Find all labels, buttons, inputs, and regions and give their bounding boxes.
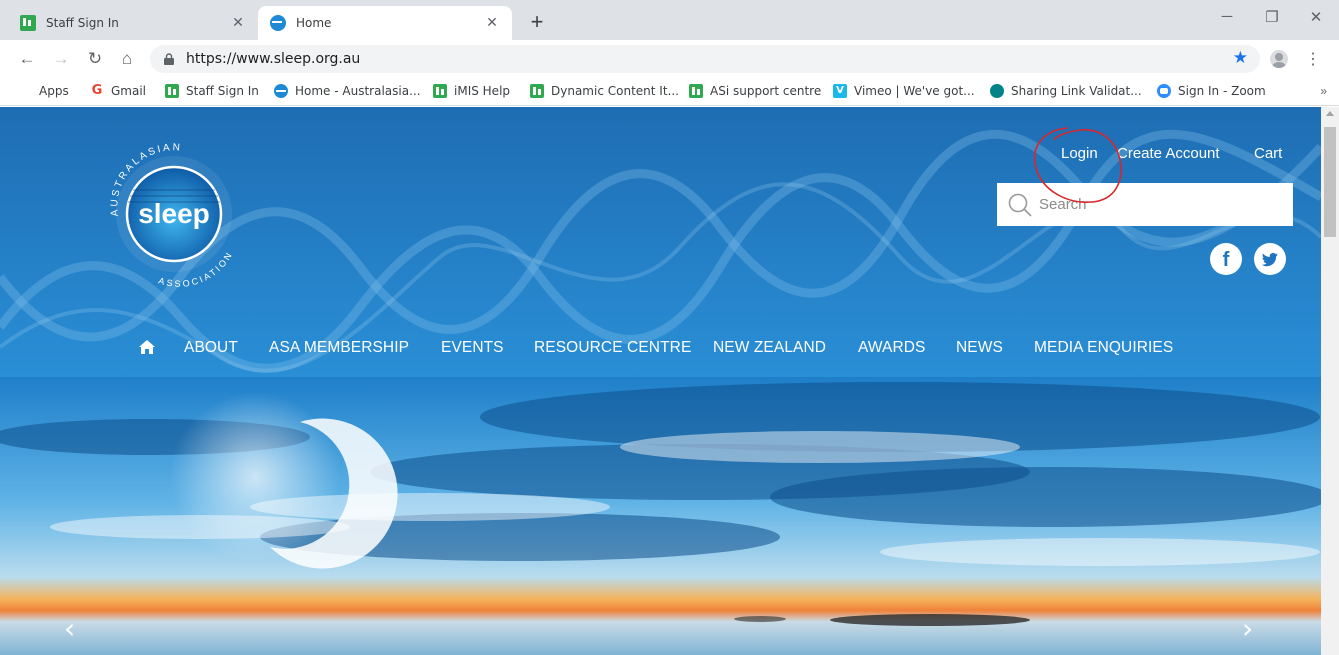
bookmark-label: Dynamic Content It...	[551, 84, 679, 98]
reload-icon[interactable]: ↻	[84, 48, 106, 70]
bookmark-label: Sharing Link Validat...	[1011, 84, 1142, 98]
sharepoint-icon	[990, 84, 1004, 98]
nav-about[interactable]: ABOUT	[184, 339, 238, 357]
globe-icon	[274, 84, 288, 98]
cart-link[interactable]: Cart	[1254, 145, 1282, 162]
bookmark-label: Apps	[39, 84, 69, 98]
home-icon[interactable]	[138, 339, 156, 355]
restore-icon[interactable]: ❐	[1257, 8, 1287, 26]
url-text: https://www.sleep.org.au	[186, 51, 361, 67]
twitter-icon[interactable]	[1254, 243, 1286, 275]
close-icon[interactable]: ✕	[484, 15, 500, 31]
bookmark-asi-support[interactable]: ASi support centre	[689, 84, 821, 98]
imis-icon	[530, 84, 544, 98]
close-icon[interactable]: ✕	[230, 15, 246, 31]
nav-awards[interactable]: AWARDS	[858, 339, 925, 357]
profile-avatar-icon[interactable]	[1270, 50, 1288, 68]
browser-menu-icon[interactable]: ⋮	[1305, 49, 1321, 69]
nav-new-zealand[interactable]: NEW ZEALAND	[713, 339, 826, 357]
site-search	[997, 183, 1293, 226]
bookmark-label: Staff Sign In	[186, 84, 259, 98]
vimeo-icon: V	[833, 84, 847, 98]
browser-tab-strip: Staff Sign In ✕ Home ✕ + ─ ❐ ✕	[0, 0, 1339, 40]
asa-logo[interactable]: sleep AUSTRALASIAN ASSOCIATION	[98, 138, 250, 290]
carousel-next-button[interactable]: ›	[1242, 612, 1253, 645]
bookmark-home-australasia[interactable]: Home - Australasia...	[274, 84, 421, 98]
bookmarks-bar: Apps G Gmail Staff Sign In Home - Austra…	[0, 78, 1339, 106]
bookmark-vimeo[interactable]: V Vimeo | We've got...	[833, 84, 975, 98]
tab-title: Home	[296, 16, 332, 30]
address-bar[interactable]: https://www.sleep.org.au ★	[150, 45, 1260, 73]
bookmark-label: Sign In - Zoom	[1178, 84, 1266, 98]
imis-icon	[689, 84, 703, 98]
scroll-up-icon[interactable]	[1326, 111, 1334, 116]
imis-icon	[433, 84, 447, 98]
bookmark-sharing-link[interactable]: Sharing Link Validat...	[990, 84, 1142, 98]
bookmark-star-icon[interactable]: ★	[1233, 48, 1248, 68]
forward-icon[interactable]: →	[50, 48, 72, 70]
back-icon[interactable]: ←	[16, 48, 38, 70]
imis-icon	[20, 15, 36, 31]
zoom-icon	[1157, 84, 1171, 98]
nav-news[interactable]: NEWS	[956, 339, 1003, 357]
login-link[interactable]: Login	[1061, 145, 1098, 162]
bookmark-label: ASi support centre	[710, 84, 822, 98]
bookmark-label: Home - Australasia...	[295, 84, 421, 98]
nav-events[interactable]: EVENTS	[441, 339, 504, 357]
search-input[interactable]	[1039, 183, 1289, 226]
bookmark-imis-help[interactable]: iMIS Help	[433, 84, 510, 98]
bookmark-label: Gmail	[111, 84, 147, 98]
search-icon[interactable]	[1007, 192, 1033, 218]
carousel-prev-button[interactable]: ‹	[64, 612, 75, 645]
hero-carousel	[0, 377, 1321, 655]
apps-grid-icon	[18, 84, 32, 98]
logo-center-text: sleep	[138, 198, 210, 229]
bookmark-label: iMIS Help	[454, 84, 511, 98]
tab-staff-sign-in[interactable]: Staff Sign In ✕	[8, 6, 258, 40]
create-account-link[interactable]: Create Account	[1117, 145, 1220, 162]
bookmark-gmail[interactable]: G Gmail	[90, 83, 147, 99]
minimize-icon[interactable]: ─	[1212, 8, 1242, 25]
svg-text:f: f	[1223, 249, 1230, 271]
bookmark-label: Vimeo | We've got...	[854, 84, 975, 98]
nav-media-enquiries[interactable]: MEDIA ENQUIRIES	[1034, 339, 1173, 357]
scrollbar-thumb[interactable]	[1324, 127, 1336, 237]
close-window-icon[interactable]: ✕	[1301, 8, 1331, 26]
site-favicon-icon	[270, 15, 286, 31]
nav-asa-membership[interactable]: ASA MEMBERSHIP	[269, 339, 409, 357]
lock-icon	[164, 53, 174, 65]
tab-title: Staff Sign In	[46, 16, 119, 30]
hero-sky-image	[0, 377, 1321, 655]
bookmark-apps[interactable]: Apps	[18, 84, 69, 98]
imis-icon	[165, 84, 179, 98]
page-scrollbar[interactable]	[1321, 107, 1339, 655]
bookmarks-overflow-button[interactable]: »	[1320, 84, 1327, 98]
browser-toolbar: ← → ↻ ⌂ https://www.sleep.org.au ★ ⋮	[0, 40, 1339, 78]
facebook-icon[interactable]: f	[1210, 243, 1242, 275]
new-tab-button[interactable]: +	[524, 10, 550, 36]
tab-home[interactable]: Home ✕	[258, 6, 512, 40]
bookmark-zoom[interactable]: Sign In - Zoom	[1157, 84, 1266, 98]
home-button-icon[interactable]: ⌂	[116, 48, 138, 70]
bookmark-dynamic-content[interactable]: Dynamic Content It...	[530, 84, 679, 98]
nav-resource-centre[interactable]: RESOURCE CENTRE	[534, 339, 691, 357]
bookmark-staff-sign-in[interactable]: Staff Sign In	[165, 84, 259, 98]
gmail-icon: G	[91, 83, 103, 98]
